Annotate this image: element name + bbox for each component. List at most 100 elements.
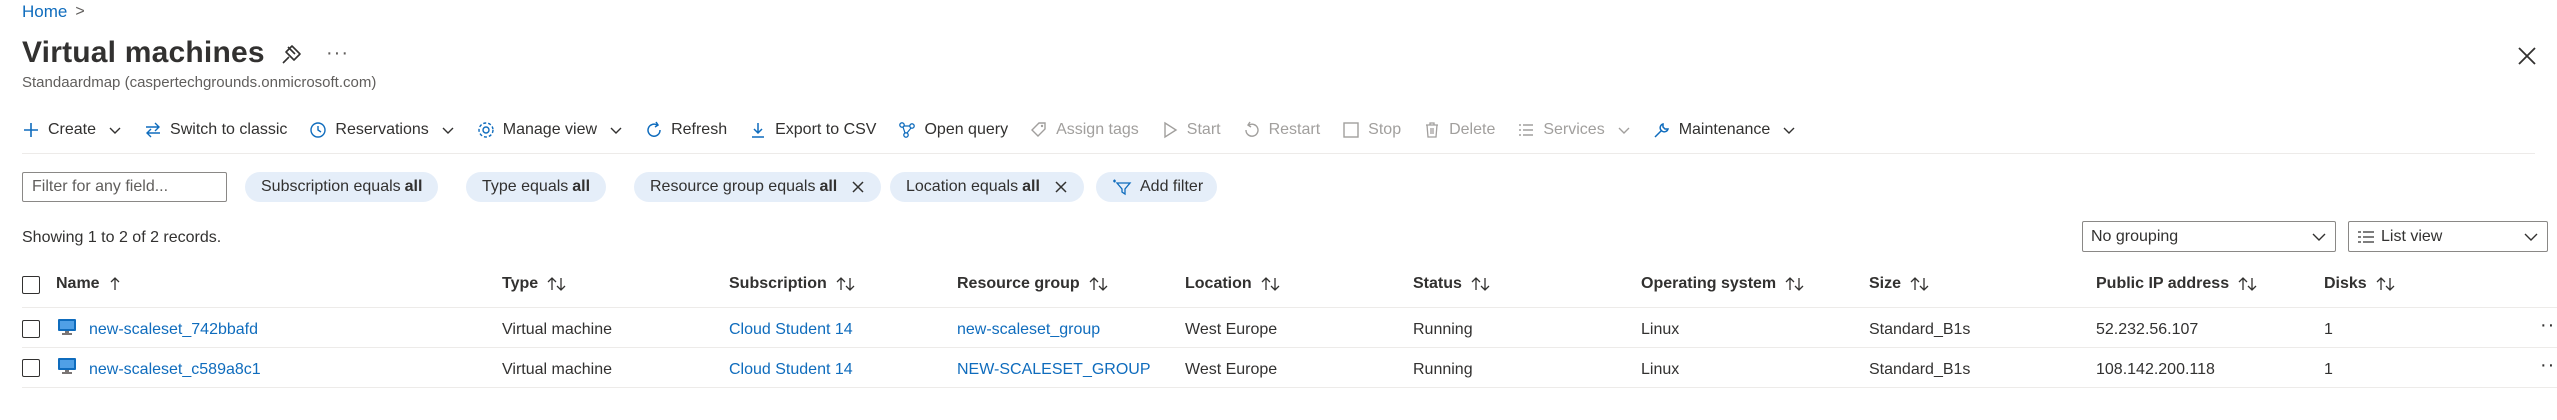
command-bar: Create Switch to classic Reservations Ma… (22, 114, 1818, 146)
chevron-down-icon (2312, 233, 2326, 241)
column-header-label: Subscription (729, 275, 827, 292)
cell-subscription-link[interactable]: Cloud Student 14 (729, 321, 853, 339)
restart-label: Restart (1268, 121, 1321, 138)
column-header-status[interactable]: Status (1413, 275, 1492, 293)
manage-view-button[interactable]: Manage view (477, 121, 623, 139)
filter-pill-subscription[interactable]: Subscription equals all (245, 172, 439, 202)
remove-filter-icon[interactable] (1054, 180, 1068, 194)
view-selected: List view (2357, 228, 2442, 246)
sort-icon (547, 277, 566, 291)
delete-button[interactable]: Delete (1423, 121, 1495, 139)
trash-icon (1426, 122, 1439, 138)
export-csv-label: Export to CSV (775, 121, 877, 138)
cell-location: West Europe (1185, 361, 1278, 378)
sort-icon (1785, 277, 1804, 291)
filter-pill-value: all (404, 178, 423, 195)
create-button[interactable]: Create (22, 121, 122, 139)
breadcrumb-home-link[interactable]: Home (22, 2, 67, 22)
maintenance-button[interactable]: Maintenance (1653, 121, 1797, 139)
restart-button[interactable]: Restart (1243, 121, 1321, 139)
stop-icon (1343, 122, 1359, 138)
filter-pill-type[interactable]: Type equals all (466, 172, 607, 202)
cell-disks: 1 (2324, 361, 2333, 378)
row-checkbox[interactable] (22, 320, 40, 338)
column-header-name[interactable]: Name (56, 275, 122, 293)
column-header-public-ip[interactable]: Public IP address (2096, 275, 2259, 293)
start-button[interactable]: Start (1161, 121, 1221, 139)
row-checkbox[interactable] (22, 359, 40, 377)
toolbar-divider (22, 153, 2535, 154)
cell-disks: 1 (2324, 321, 2333, 338)
add-filter-button[interactable]: Add filter (1096, 172, 1218, 202)
stop-button[interactable]: Stop (1342, 121, 1401, 139)
wrench-icon (1654, 122, 1669, 138)
vm-name-link[interactable]: new-scaleset_742bbafd (89, 321, 258, 339)
row-more-icon[interactable]: ··· (2540, 354, 2557, 377)
filter-pill-resource-group[interactable]: Resource group equals all (634, 172, 882, 202)
filter-pill-value: all (819, 178, 838, 195)
chevron-down-icon (109, 127, 121, 134)
close-icon[interactable] (2516, 45, 2538, 67)
plus-icon (24, 123, 38, 137)
column-header-location[interactable]: Location (1185, 275, 1282, 293)
cell-size: Standard_B1s (1869, 321, 1971, 338)
stop-label: Stop (1368, 121, 1402, 138)
add-filter-icon (1113, 179, 1132, 196)
sort-icon (1089, 277, 1108, 291)
cell-public-ip: 52.232.56.107 (2096, 321, 2199, 338)
column-header-operating-system[interactable]: Operating system (1641, 275, 1806, 293)
refresh-button[interactable]: Refresh (645, 121, 727, 139)
switch-to-classic-button[interactable]: Switch to classic (144, 121, 287, 139)
filter-input[interactable] (22, 172, 227, 202)
column-header-label: Name (56, 275, 100, 292)
column-header-label: Location (1185, 275, 1252, 292)
chevron-down-icon (442, 127, 454, 134)
pin-icon[interactable] (280, 44, 302, 66)
column-header-label: Operating system (1641, 275, 1777, 292)
column-header-disks[interactable]: Disks (2324, 275, 2397, 293)
column-header-size[interactable]: Size (1869, 275, 1931, 293)
clock-icon (310, 122, 327, 138)
open-query-button[interactable]: Open query (898, 121, 1008, 139)
breadcrumb: Home > (22, 2, 85, 22)
column-header-label: Size (1869, 275, 1902, 292)
column-header-type[interactable]: Type (502, 275, 568, 293)
cell-status: Running (1413, 361, 1473, 378)
assign-tags-label: Assign tags (1056, 121, 1139, 138)
filter-pill-location[interactable]: Location equals all (890, 172, 1084, 202)
page-subtitle: Standaardmap (caspertechgrounds.onmicros… (22, 74, 377, 91)
cell-type: Virtual machine (502, 321, 612, 338)
chevron-down-icon (610, 127, 622, 134)
vm-name-link[interactable]: new-scaleset_c589a8c1 (89, 361, 261, 379)
column-header-resource-group[interactable]: Resource group (957, 275, 1110, 293)
export-csv-button[interactable]: Export to CSV (749, 121, 876, 139)
view-dropdown[interactable]: List view (2348, 221, 2548, 252)
cell-subscription-link[interactable]: Cloud Student 14 (729, 361, 853, 379)
refresh-icon (647, 121, 661, 137)
more-options-icon[interactable]: ··· (326, 42, 349, 65)
column-header-subscription[interactable]: Subscription (729, 275, 857, 293)
create-label: Create (48, 121, 97, 138)
remove-filter-icon[interactable] (851, 180, 865, 194)
cell-type: Virtual machine (502, 361, 612, 378)
select-all-checkbox[interactable] (22, 276, 40, 294)
assign-tags-button[interactable]: Assign tags (1030, 121, 1139, 139)
page-title: Virtual machines (22, 36, 265, 69)
grouping-dropdown[interactable]: No grouping (2082, 221, 2336, 252)
gear-icon (478, 122, 494, 138)
chevron-down-icon (1783, 127, 1795, 134)
cell-resource-group-link[interactable]: NEW-SCALESET_GROUP (957, 361, 1151, 379)
reservations-button[interactable]: Reservations (309, 121, 454, 139)
download-icon (752, 123, 765, 138)
sort-icon (2376, 277, 2395, 291)
maintenance-label: Maintenance (1678, 121, 1771, 138)
query-icon (899, 122, 916, 138)
records-count: Showing 1 to 2 of 2 records. (22, 229, 222, 246)
cell-resource-group-link[interactable]: new-scaleset_group (957, 321, 1100, 339)
filter-pill-value: all (1022, 178, 1040, 195)
list-view-icon (2358, 230, 2374, 243)
filter-pill-label: Location equals (906, 178, 1019, 195)
row-more-icon[interactable]: ··· (2540, 314, 2557, 337)
services-button[interactable]: Services (1517, 121, 1630, 139)
breadcrumb-separator: > (75, 3, 85, 20)
